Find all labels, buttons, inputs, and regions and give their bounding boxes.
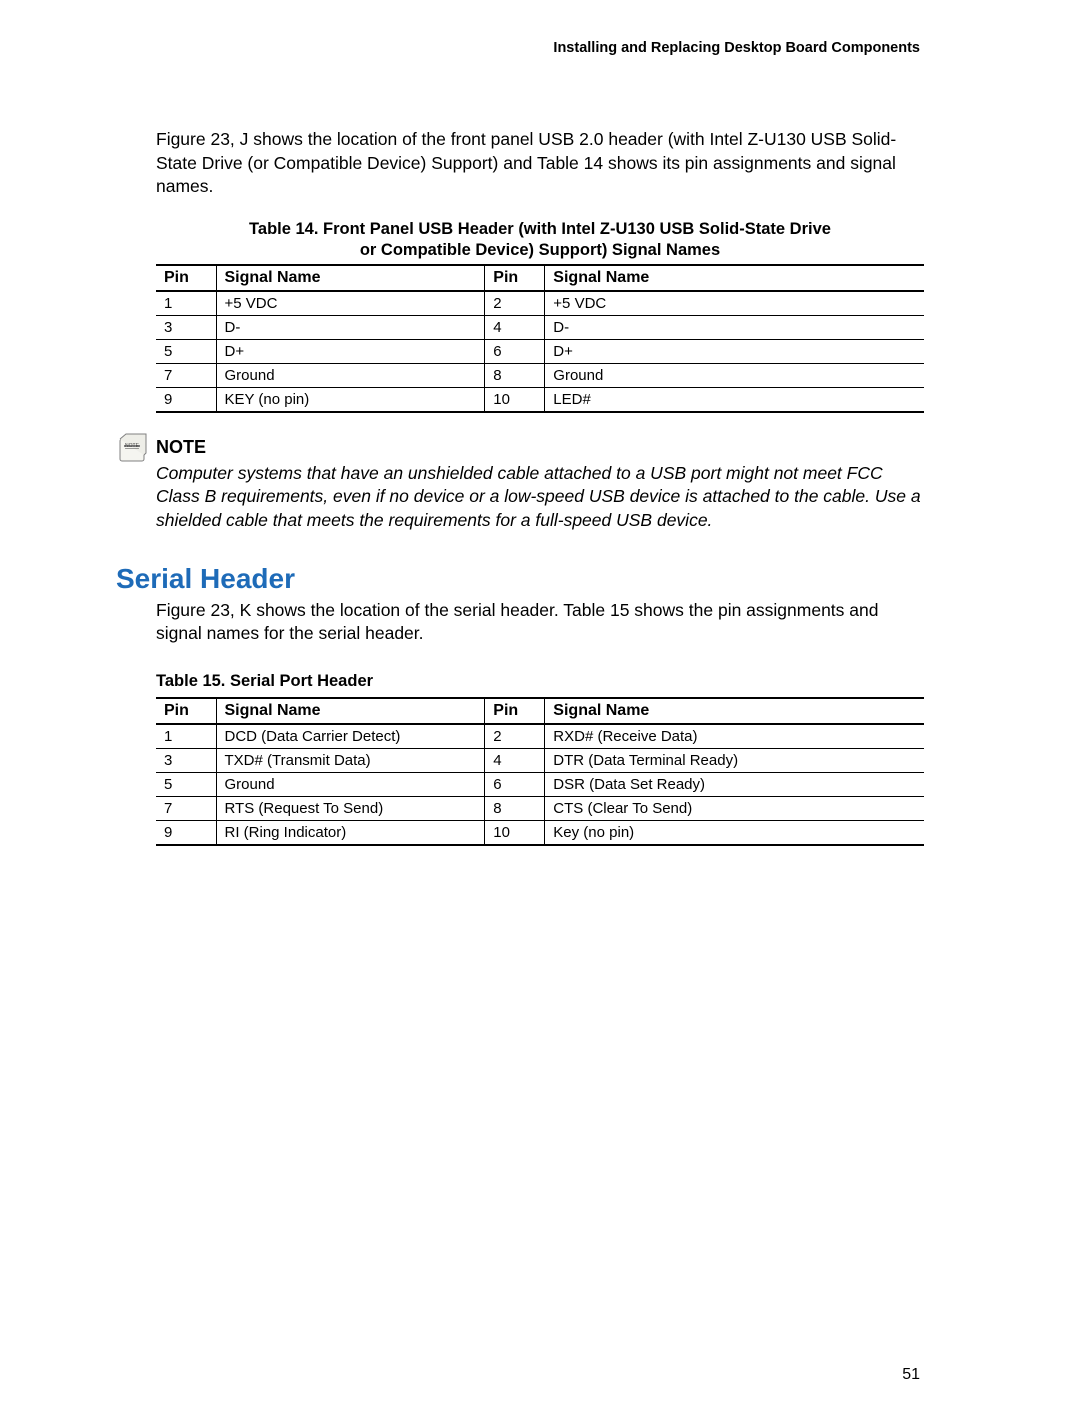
intro-paragraph: Figure 23, J shows the location of the f… — [156, 128, 924, 199]
note-icon: NOTE — [116, 433, 150, 472]
cell-signal: KEY (no pin) — [216, 387, 485, 412]
cell-signal: +5 VDC — [545, 291, 924, 316]
cell-signal: D- — [216, 315, 485, 339]
th-pin: Pin — [485, 698, 545, 724]
table-row: 3 TXD# (Transmit Data) 4 DTR (Data Termi… — [156, 748, 924, 772]
cell-pin: 9 — [156, 820, 216, 845]
table14-caption-line2: or Compatible Device) Support) Signal Na… — [360, 241, 720, 259]
cell-pin: 8 — [485, 363, 545, 387]
cell-pin: 5 — [156, 772, 216, 796]
cell-pin: 4 — [485, 748, 545, 772]
cell-signal: DTR (Data Terminal Ready) — [545, 748, 924, 772]
cell-pin: 8 — [485, 796, 545, 820]
th-signal: Signal Name — [545, 698, 924, 724]
cell-signal: D- — [545, 315, 924, 339]
cell-signal: Ground — [216, 363, 485, 387]
table-row: 3 D- 4 D- — [156, 315, 924, 339]
table-row: 5 D+ 6 D+ — [156, 339, 924, 363]
serial-intro-paragraph: Figure 23, K shows the location of the s… — [156, 599, 924, 646]
table15: Pin Signal Name Pin Signal Name 1 DCD (D… — [156, 697, 924, 846]
table-row: 9 RI (Ring Indicator) 10 Key (no pin) — [156, 820, 924, 845]
svg-text:NOTE: NOTE — [125, 443, 140, 449]
table-row: 5 Ground 6 DSR (Data Set Ready) — [156, 772, 924, 796]
cell-signal: Ground — [545, 363, 924, 387]
cell-pin: 10 — [485, 820, 545, 845]
cell-signal: DSR (Data Set Ready) — [545, 772, 924, 796]
cell-signal: +5 VDC — [216, 291, 485, 316]
table-row: 7 Ground 8 Ground — [156, 363, 924, 387]
cell-signal: DCD (Data Carrier Detect) — [216, 724, 485, 749]
cell-pin: 3 — [156, 315, 216, 339]
th-signal: Signal Name — [216, 698, 485, 724]
table-row: 1 DCD (Data Carrier Detect) 2 RXD# (Rece… — [156, 724, 924, 749]
cell-pin: 6 — [485, 772, 545, 796]
th-pin: Pin — [156, 265, 216, 291]
table14: Pin Signal Name Pin Signal Name 1 +5 VDC… — [156, 264, 924, 413]
cell-pin: 7 — [156, 796, 216, 820]
table-row: 9 KEY (no pin) 10 LED# — [156, 387, 924, 412]
table14-caption: Table 14. Front Panel USB Header (with I… — [156, 219, 924, 262]
note-title: NOTE — [156, 437, 924, 458]
th-pin: Pin — [156, 698, 216, 724]
table15-caption: Table 15. Serial Port Header — [156, 672, 924, 691]
th-signal: Signal Name — [216, 265, 485, 291]
th-signal: Signal Name — [545, 265, 924, 291]
cell-pin: 3 — [156, 748, 216, 772]
running-header: Installing and Replacing Desktop Board C… — [116, 40, 924, 56]
cell-signal: RI (Ring Indicator) — [216, 820, 485, 845]
cell-pin: 5 — [156, 339, 216, 363]
cell-pin: 1 — [156, 724, 216, 749]
cell-pin: 7 — [156, 363, 216, 387]
cell-signal: D+ — [216, 339, 485, 363]
cell-pin: 4 — [485, 315, 545, 339]
cell-signal: CTS (Clear To Send) — [545, 796, 924, 820]
table-row: 7 RTS (Request To Send) 8 CTS (Clear To … — [156, 796, 924, 820]
cell-signal: RXD# (Receive Data) — [545, 724, 924, 749]
page-number: 51 — [116, 1366, 924, 1384]
cell-signal: LED# — [545, 387, 924, 412]
cell-pin: 2 — [485, 724, 545, 749]
table15-header-row: Pin Signal Name Pin Signal Name — [156, 698, 924, 724]
th-pin: Pin — [485, 265, 545, 291]
cell-signal: RTS (Request To Send) — [216, 796, 485, 820]
cell-signal: Ground — [216, 772, 485, 796]
note-block: NOTE NOTE Computer systems that have an … — [116, 437, 924, 533]
cell-signal: D+ — [545, 339, 924, 363]
cell-pin: 9 — [156, 387, 216, 412]
section-heading-serial-header: Serial Header — [116, 563, 924, 595]
cell-pin: 10 — [485, 387, 545, 412]
cell-pin: 2 — [485, 291, 545, 316]
table14-caption-line1: Table 14. Front Panel USB Header (with I… — [249, 220, 831, 238]
cell-signal: TXD# (Transmit Data) — [216, 748, 485, 772]
table-row: 1 +5 VDC 2 +5 VDC — [156, 291, 924, 316]
note-body: Computer systems that have an unshielded… — [156, 462, 924, 533]
cell-signal: Key (no pin) — [545, 820, 924, 845]
table14-header-row: Pin Signal Name Pin Signal Name — [156, 265, 924, 291]
cell-pin: 1 — [156, 291, 216, 316]
cell-pin: 6 — [485, 339, 545, 363]
